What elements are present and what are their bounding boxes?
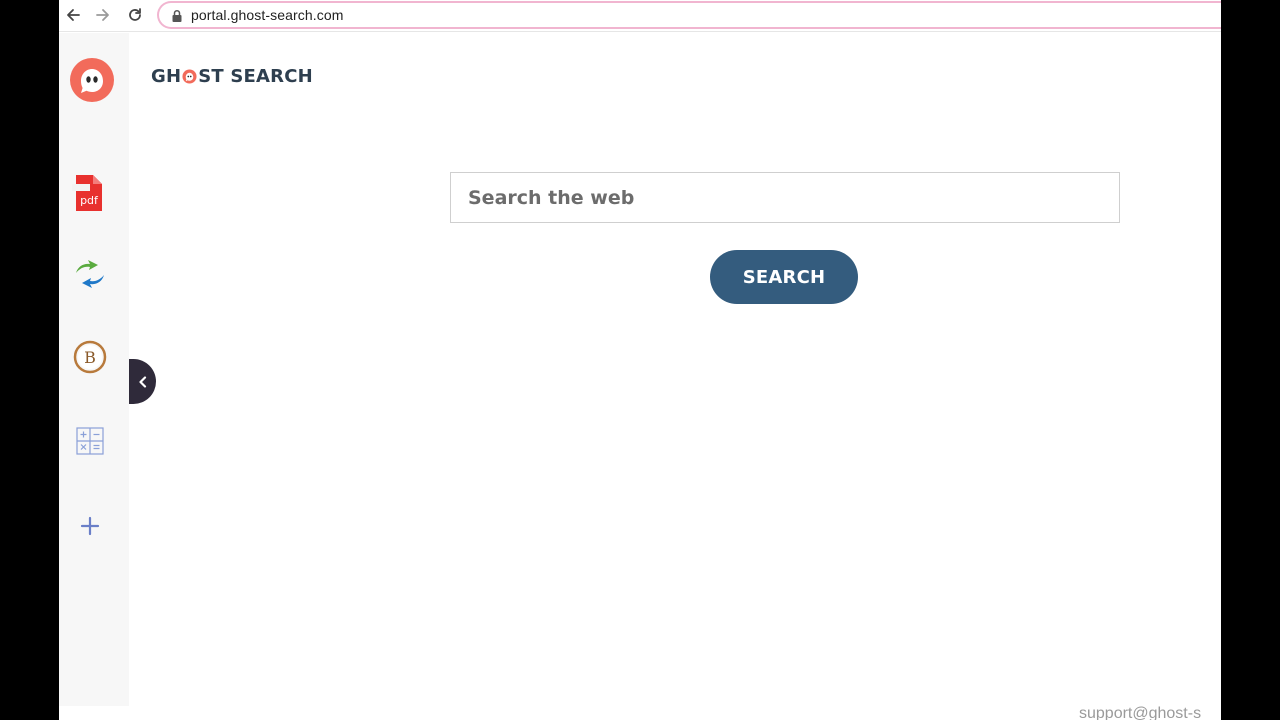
address-bar[interactable]: portal.ghost-search.com — [157, 1, 1221, 29]
chevron-left-icon — [138, 375, 146, 388]
reload-icon — [129, 8, 141, 21]
bitcoin-icon: B — [73, 340, 107, 374]
arrow-right-icon — [96, 9, 109, 21]
browser-viewport: portal.ghost-search.com pdf B GH ST SEAR… — [59, 0, 1221, 720]
sidebar-item-converter[interactable] — [73, 257, 107, 291]
pdf-icon-label: pdf — [80, 194, 99, 207]
forward-button[interactable] — [93, 5, 113, 25]
url-text: portal.ghost-search.com — [191, 7, 344, 23]
browser-toolbar: portal.ghost-search.com — [59, 0, 1221, 31]
plus-icon — [80, 516, 100, 536]
sidebar-item-calculator[interactable] — [75, 426, 105, 456]
ghost-logo-icon — [182, 68, 197, 84]
extension-sidebar: pdf B — [59, 33, 129, 706]
sidebar-item-pdf[interactable]: pdf — [71, 173, 105, 213]
sidebar-item-crypto[interactable]: B — [72, 339, 108, 375]
pdf-icon: pdf — [72, 175, 102, 211]
toolbar-divider — [59, 31, 1221, 32]
sidebar-item-ghost[interactable] — [69, 57, 115, 103]
logo-text-start: GH — [151, 65, 182, 87]
logo-text-end: ST SEARCH — [198, 65, 313, 87]
search-input[interactable] — [450, 172, 1120, 223]
ghost-chat-icon — [70, 58, 114, 102]
sidebar-collapse-button[interactable] — [129, 359, 156, 404]
lock-icon — [172, 9, 182, 22]
reload-button[interactable] — [125, 5, 145, 25]
calculator-icon — [76, 427, 104, 455]
back-button[interactable] — [63, 5, 83, 25]
bitcoin-icon-label: B — [84, 348, 96, 367]
search-button[interactable]: SEARCH — [710, 250, 858, 304]
converter-arrows-icon — [76, 260, 104, 288]
ghost-search-logo: GH ST SEARCH — [151, 64, 313, 88]
arrow-left-icon — [67, 9, 80, 21]
sidebar-item-add[interactable] — [75, 511, 105, 541]
support-email-link[interactable]: support@ghost-s — [1079, 705, 1201, 720]
